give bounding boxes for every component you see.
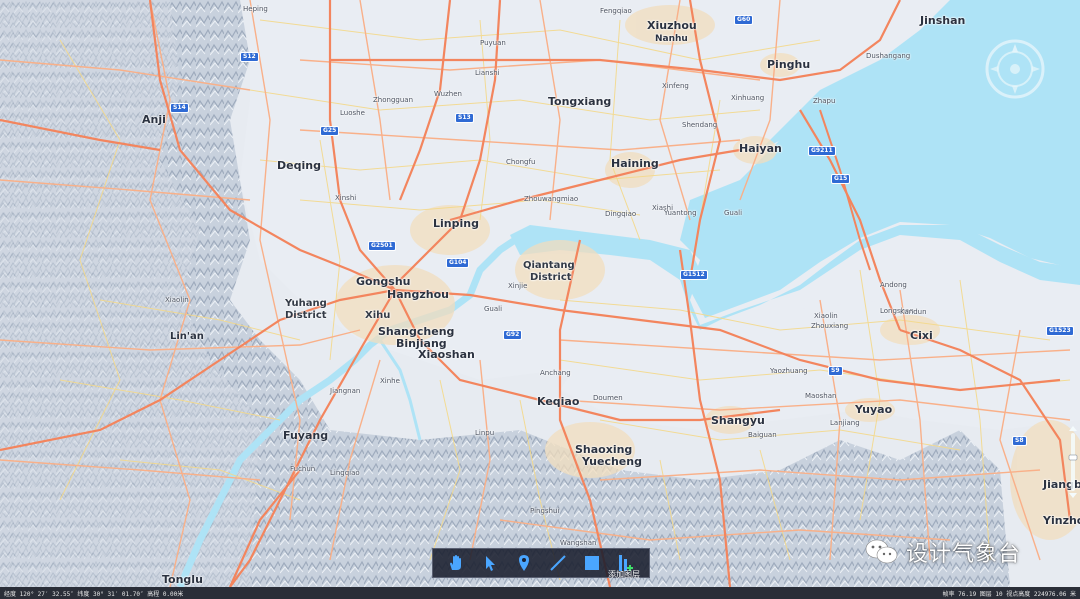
highway-shield: S8 <box>1012 436 1027 446</box>
placemark-tool-button[interactable] <box>511 550 537 576</box>
highway-shield: S9 <box>828 366 843 376</box>
hand-icon <box>450 555 461 570</box>
arrow-cursor-icon <box>486 556 495 571</box>
map-toolbar: 添加图层 <box>432 548 650 579</box>
highway-shield: S14 <box>170 103 189 113</box>
pin-icon <box>519 555 529 571</box>
zoom-in-icon <box>1069 426 1077 431</box>
status-bar: 经度 120° 27′ 32.55″ 纬度 30° 31′ 01.70″ 高程 … <box>0 587 1080 599</box>
map-base-layer <box>0 0 1080 587</box>
watermark: 设计气象台 <box>864 536 1021 568</box>
navigation-compass-icon[interactable] <box>984 38 1046 100</box>
watermark-text: 设计气象台 <box>906 542 1022 567</box>
polygon-tool-button[interactable] <box>579 550 605 576</box>
line-icon <box>550 555 566 571</box>
highway-shield: G9211 <box>808 146 836 156</box>
add-layer-label: 添加图层 <box>608 570 640 579</box>
highway-shield: G104 <box>446 258 470 268</box>
highway-shield: S13 <box>455 113 474 123</box>
highway-shield: S12 <box>240 52 259 62</box>
highway-shield: G1512 <box>680 270 708 280</box>
rectangle-icon <box>585 556 599 570</box>
highway-shield: G15 <box>831 174 851 184</box>
zoom-slider[interactable] <box>1068 425 1078 499</box>
highway-shield: G60 <box>734 15 754 25</box>
line-tool-button[interactable] <box>545 550 571 576</box>
highway-shield: G2501 <box>368 241 396 251</box>
wechat-icon <box>865 539 898 564</box>
zoom-handle <box>1068 454 1078 461</box>
map-view[interactable]: Xiuzhou Nanhu Jinshan Pinghu Tongxiang H… <box>0 0 1080 587</box>
select-tool-button[interactable] <box>477 550 503 576</box>
highway-shield: G25 <box>320 126 340 136</box>
coordinate-readout: 经度 120° 27′ 32.55″ 纬度 30° 31′ 01.70″ 高程 … <box>4 590 184 598</box>
highway-shield: G1523 <box>1046 326 1074 336</box>
highway-shield: G92 <box>503 330 523 340</box>
zoom-out-icon <box>1069 493 1077 498</box>
pan-tool-button[interactable] <box>443 550 469 576</box>
render-stats: 帧率 76.19 图层 10 视点高度 224976.06 米 <box>942 590 1076 598</box>
